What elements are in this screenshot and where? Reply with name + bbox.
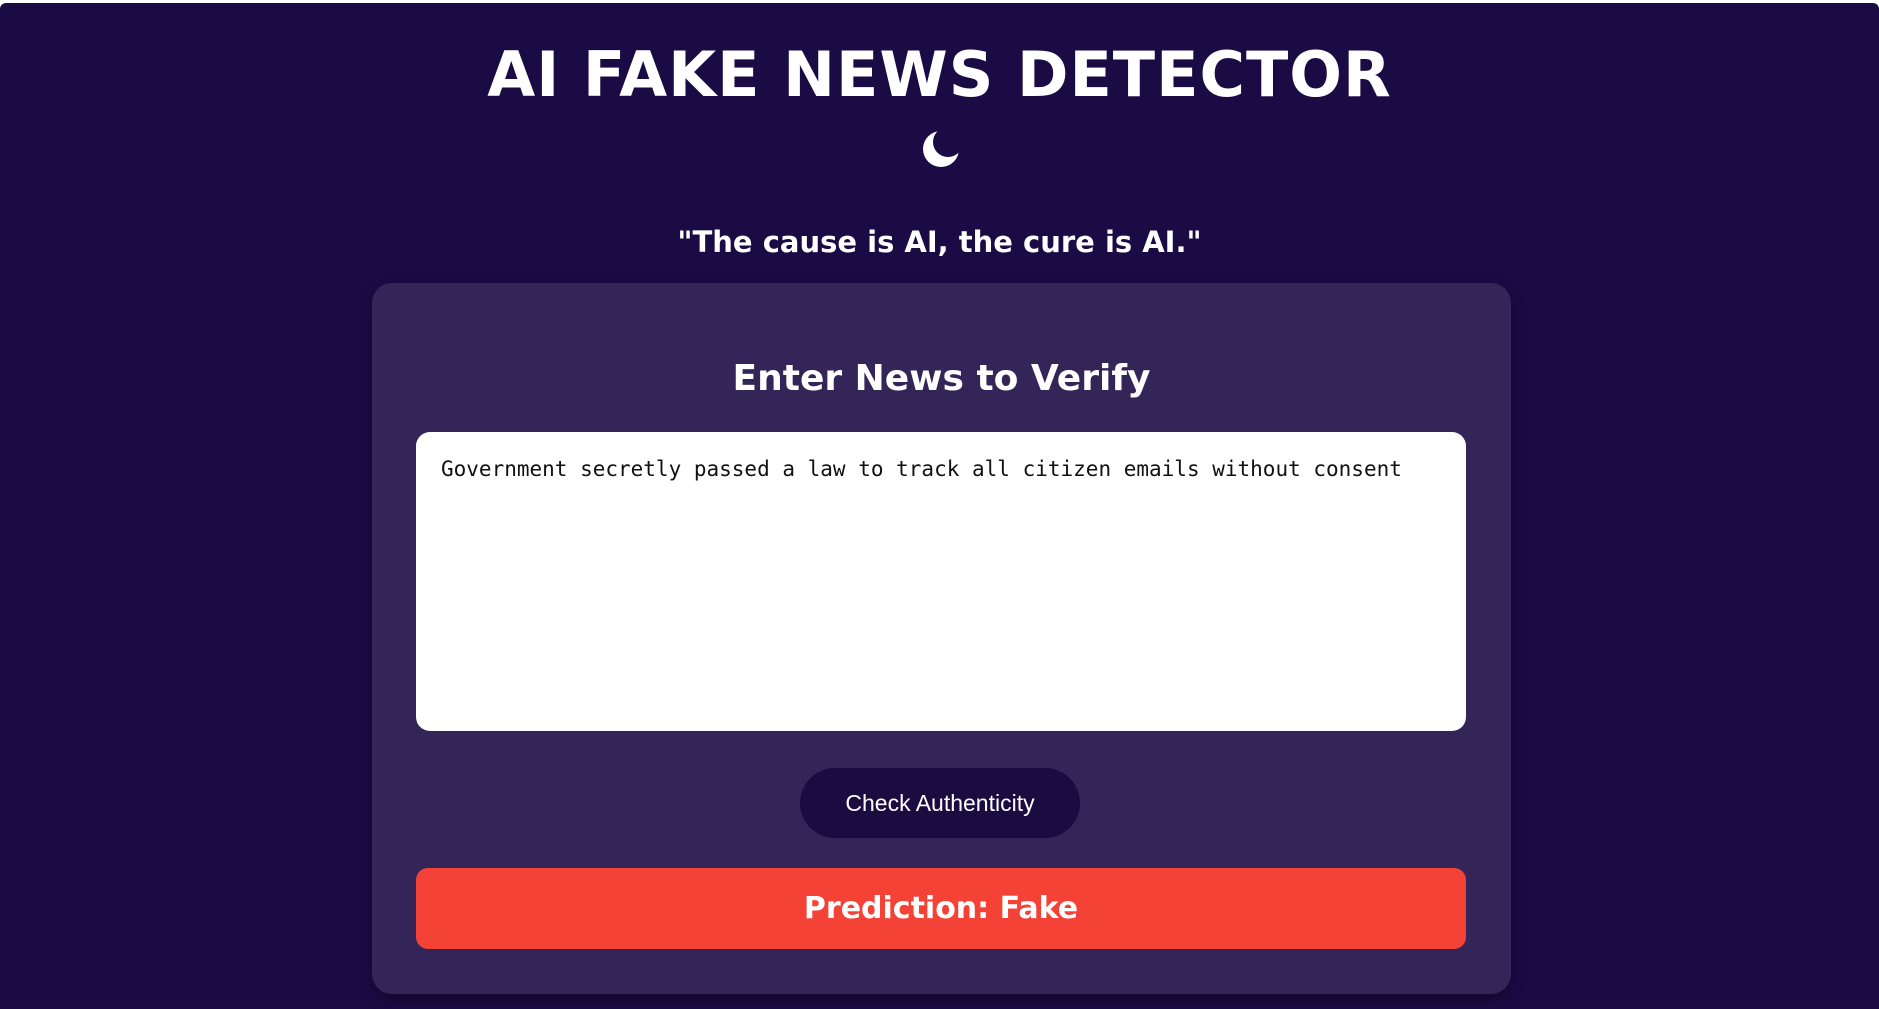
page-background: AI FAKE NEWS DETECTOR "The cause is AI, … <box>0 3 1879 1009</box>
prediction-result-banner: Prediction: Fake <box>416 868 1466 949</box>
tagline: "The cause is AI, the cure is AI." <box>677 225 1202 259</box>
crescent-moon-icon[interactable] <box>919 127 963 171</box>
verify-card: Enter News to Verify Government secretly… <box>372 283 1511 994</box>
card-heading: Enter News to Verify <box>732 358 1151 399</box>
news-input[interactable]: Government secretly passed a law to trac… <box>416 432 1466 731</box>
check-authenticity-button[interactable]: Check Authenticity <box>800 768 1080 838</box>
page-title: AI FAKE NEWS DETECTOR <box>487 38 1392 111</box>
